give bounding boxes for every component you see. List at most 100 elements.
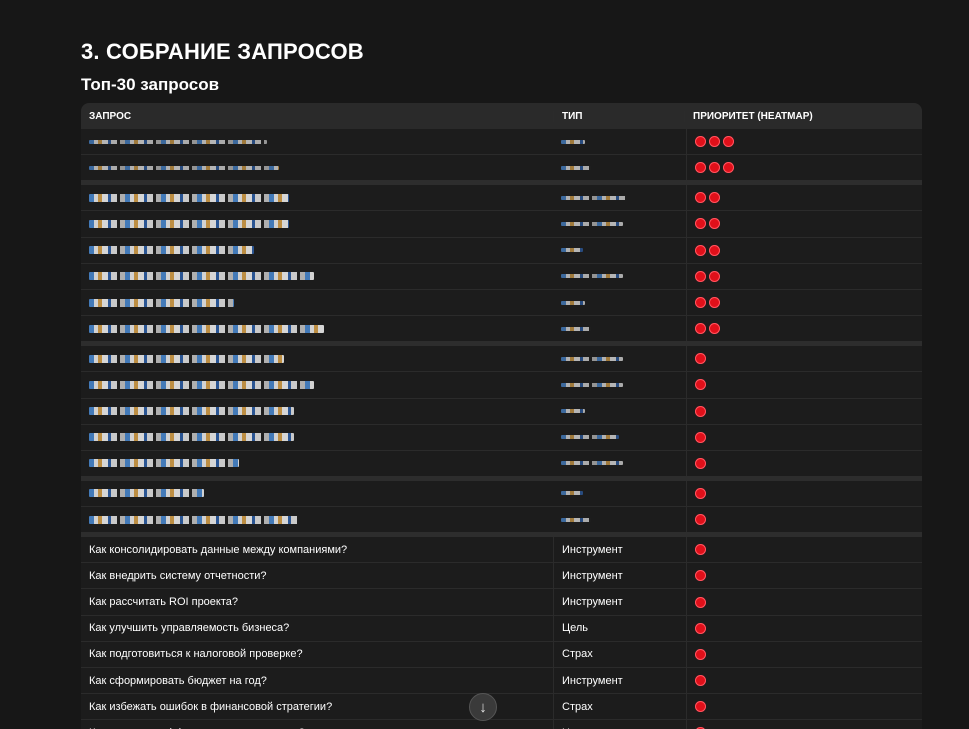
type-cell-redacted bbox=[553, 399, 686, 424]
type-cell: Инструмент bbox=[553, 563, 686, 589]
query-cell: Как внедрить систему отчетности? bbox=[89, 569, 267, 582]
priority-cell bbox=[686, 424, 922, 450]
type-cell-redacted bbox=[553, 507, 686, 532]
priority-dot bbox=[709, 270, 720, 282]
query-cell-redacted bbox=[81, 129, 553, 154]
table-row bbox=[81, 289, 922, 317]
redacted-text bbox=[561, 435, 619, 440]
type-cell-redacted bbox=[553, 264, 686, 289]
priority-cell bbox=[686, 346, 922, 372]
query-cell-redacted bbox=[81, 264, 553, 289]
priority-cell bbox=[686, 563, 922, 589]
query-cell-redacted bbox=[81, 399, 553, 424]
table-row: Как избежать ошибок в финансовой стратег… bbox=[81, 694, 922, 721]
redacted-text bbox=[89, 193, 289, 202]
redacted-text bbox=[561, 195, 627, 200]
table-row bbox=[81, 263, 922, 290]
priority-cell bbox=[686, 316, 922, 342]
priority-dot bbox=[695, 270, 706, 282]
priority-dot bbox=[723, 136, 734, 148]
redacted-text bbox=[89, 246, 254, 255]
table-row: Как улучшить управляемость бизнеса? Цель bbox=[81, 615, 922, 642]
table-row bbox=[81, 372, 922, 399]
table-row bbox=[81, 185, 922, 212]
priority-cell bbox=[686, 263, 922, 289]
table-row bbox=[81, 237, 922, 264]
column-header-priority: ПРИОРИТЕТ (HEATMAP) bbox=[684, 110, 922, 122]
table-row bbox=[81, 480, 922, 508]
table-row: Как повысить эффективность персонала?Цел… bbox=[81, 720, 922, 729]
priority-dot bbox=[695, 162, 706, 174]
scroll-down-button[interactable]: ↓ bbox=[469, 693, 497, 721]
type-cell: Страх bbox=[553, 694, 686, 720]
priority-cell bbox=[686, 372, 922, 398]
priority-dot bbox=[695, 596, 706, 608]
table-row: Как консолидировать данные между компани… bbox=[81, 537, 922, 564]
table-header: ЗАПРОС ТИП ПРИОРИТЕТ (HEATMAP) bbox=[81, 103, 922, 129]
redacted-text bbox=[89, 219, 289, 228]
priority-dot bbox=[709, 244, 720, 256]
redacted-text bbox=[561, 139, 585, 144]
table-row bbox=[81, 316, 922, 347]
redacted-text bbox=[561, 461, 623, 466]
redacted-text bbox=[561, 356, 623, 361]
type-cell-redacted bbox=[553, 316, 686, 341]
section-subtitle: Топ-30 запросов bbox=[81, 75, 220, 94]
priority-dot bbox=[709, 297, 720, 309]
priority-cell bbox=[686, 507, 922, 533]
type-cell: Цель bbox=[553, 615, 686, 641]
priority-cell bbox=[686, 398, 922, 424]
type-cell-redacted bbox=[553, 451, 686, 476]
redacted-text bbox=[561, 491, 583, 496]
type-cell-redacted bbox=[553, 290, 686, 315]
type-cell-redacted bbox=[553, 425, 686, 450]
table-row bbox=[81, 507, 922, 538]
query-cell-redacted bbox=[81, 316, 553, 341]
priority-dot bbox=[695, 218, 706, 230]
query-cell-redacted bbox=[81, 211, 553, 236]
table-row bbox=[81, 129, 922, 156]
priority-dot bbox=[695, 570, 706, 582]
priority-dot bbox=[695, 675, 706, 687]
priority-dot bbox=[709, 323, 720, 335]
priority-cell bbox=[686, 155, 922, 181]
priority-dot bbox=[695, 379, 706, 391]
table-row: Как рассчитать ROI проекта? Инструмент bbox=[81, 589, 922, 616]
priority-dot bbox=[709, 136, 720, 148]
redacted-text bbox=[89, 298, 234, 307]
type-cell-redacted bbox=[553, 481, 686, 506]
type-cell-redacted bbox=[553, 155, 686, 180]
redacted-text bbox=[89, 380, 314, 389]
table-row bbox=[81, 155, 922, 186]
redacted-text bbox=[89, 165, 279, 170]
arrow-down-icon: ↓ bbox=[479, 698, 487, 716]
redacted-text bbox=[89, 433, 294, 442]
type-cell-redacted bbox=[553, 372, 686, 397]
priority-dot bbox=[695, 544, 706, 556]
priority-dot bbox=[695, 323, 706, 335]
priority-dot bbox=[723, 162, 734, 174]
redacted-text bbox=[89, 272, 314, 281]
redacted-text bbox=[561, 165, 591, 170]
priority-cell bbox=[686, 129, 922, 155]
redacted-text bbox=[561, 248, 583, 253]
type-cell: Инструмент bbox=[553, 537, 686, 563]
type-cell-redacted bbox=[553, 238, 686, 263]
query-cell: Как консолидировать данные между компани… bbox=[89, 543, 348, 556]
type-cell-redacted bbox=[553, 346, 686, 371]
type-cell: Инструмент bbox=[553, 589, 686, 615]
redacted-text bbox=[561, 274, 623, 279]
priority-dot bbox=[695, 487, 706, 499]
priority-dot bbox=[695, 353, 706, 365]
query-cell-redacted bbox=[81, 481, 553, 506]
query-cell-redacted bbox=[81, 507, 553, 532]
query-cell-redacted bbox=[81, 238, 553, 263]
section-title: 3. СОБРАНИЕ ЗАПРОСОВ bbox=[81, 39, 364, 64]
type-cell: Инструмент bbox=[553, 668, 686, 694]
query-cell: Как повысить эффективность персонала? bbox=[81, 720, 553, 729]
query-cell-redacted bbox=[81, 346, 553, 371]
table-body: Как консолидировать данные между компани… bbox=[81, 129, 922, 729]
query-cell: Как улучшить управляемость бизнеса? bbox=[89, 622, 290, 635]
redacted-text bbox=[89, 354, 284, 363]
query-cell: Как рассчитать ROI проекта? bbox=[89, 596, 239, 609]
